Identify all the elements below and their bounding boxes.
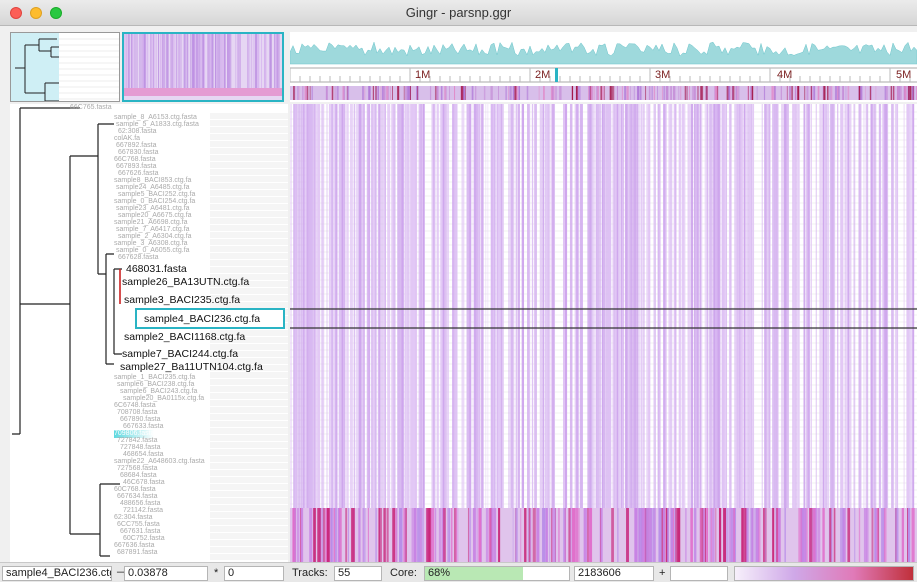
tree-leaf[interactable]: sample26_BA13UTN.ctg.fa xyxy=(122,276,249,288)
tree-overview-graphic xyxy=(11,33,119,101)
tracks-field: 55 xyxy=(334,566,382,581)
star-field[interactable]: 0 xyxy=(224,566,284,581)
plus-button[interactable]: + xyxy=(659,567,665,580)
ruler-position-marker xyxy=(555,68,558,82)
snp-matrix-graphic xyxy=(290,104,917,562)
star-icon: * xyxy=(214,567,219,579)
tree-leaf[interactable]: 667628.fasta xyxy=(118,254,158,262)
app-window: Gingr - parsnp.ggr 1M 2M 3M 4M 5M 66C765… xyxy=(0,0,917,582)
matrix-overview-graphic xyxy=(124,34,282,100)
window-title: Gingr - parsnp.ggr xyxy=(405,5,512,20)
position-field: 2183606 xyxy=(574,566,654,581)
matrix-overview[interactable] xyxy=(122,32,284,102)
status-bar: sample4_BACI236.ctg.fa ⊣ 0.03878 * 0 Tra… xyxy=(0,562,917,582)
coverage-plot xyxy=(290,41,917,100)
search-field[interactable] xyxy=(670,566,728,581)
selected-sample-field[interactable]: sample4_BACI236.ctg.fa xyxy=(2,566,112,581)
distance-field[interactable]: 0.03878 xyxy=(124,566,208,581)
ruler-tick-5m: 5M xyxy=(896,69,912,81)
tree-leaf[interactable]: sample3_BACI235.ctg.fa xyxy=(124,294,240,306)
ruler-tick-1m: 1M xyxy=(415,69,431,81)
tree-overview[interactable] xyxy=(10,32,120,102)
ruler-tick-3m: 3M xyxy=(655,69,671,81)
ruler-tick-2m: 2M xyxy=(535,69,551,81)
snp-matrix[interactable] xyxy=(290,104,917,562)
color-scale-legend xyxy=(734,566,914,581)
ruler-tick-4m: 4M xyxy=(777,69,793,81)
core-value: 68% xyxy=(428,567,451,579)
tree-leaf[interactable]: sample2_BACI1168.ctg.fa xyxy=(124,331,245,343)
tracks-label: Tracks: xyxy=(292,567,328,579)
genome-ruler[interactable]: 1M 2M 3M 4M 5M xyxy=(290,32,917,102)
tree-leaf[interactable]: 687891.fasta xyxy=(117,549,157,557)
tree-leaf[interactable]: sample7_BACI244.ctg.fa xyxy=(122,348,238,360)
tree-leaf-reference[interactable]: 66C765.fasta xyxy=(70,104,112,112)
phylogenetic-tree[interactable]: 66C765.fasta sample_8_A6153.ctg.fasta sam… xyxy=(10,104,288,562)
core-label: Core: xyxy=(390,567,417,579)
title-bar: Gingr - parsnp.ggr xyxy=(0,0,917,26)
tree-leaf[interactable]: 468031.fasta xyxy=(126,263,187,275)
tree-leaf-selected[interactable]: sample4_BACI236.ctg.fa xyxy=(144,313,260,325)
core-progress: 68% xyxy=(424,566,570,581)
tree-leaf[interactable]: sample27_Ba11UTN104.ctg.fa xyxy=(120,361,263,373)
